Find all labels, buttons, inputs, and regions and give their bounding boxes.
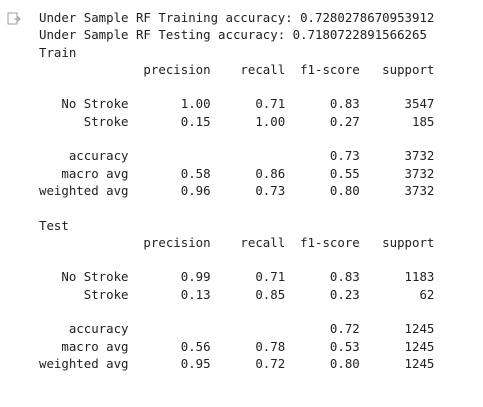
train-row-no-stroke: No Stroke 1.00 0.71 0.83 3547 <box>39 96 435 112</box>
test-report-header: precision recall f1-score support <box>39 234 435 250</box>
test-heading: Test <box>39 217 69 233</box>
classification-report-output: Under Sample RF Training accuracy: 0.728… <box>39 9 434 372</box>
test-row-weighted-avg: weighted avg 0.95 0.72 0.80 1245 <box>39 355 435 371</box>
train-row-stroke: Stroke 0.15 1.00 0.27 185 <box>39 113 435 129</box>
test-row-macro-avg: macro avg 0.56 0.78 0.53 1245 <box>39 338 435 354</box>
train-report-header: precision recall f1-score support <box>39 61 435 77</box>
train-row-weighted-avg: weighted avg 0.96 0.73 0.80 3732 <box>39 182 435 198</box>
output-arrow-icon <box>7 12 21 25</box>
cell-output-area: Under Sample RF Training accuracy: 0.728… <box>0 0 483 407</box>
test-accuracy-line: Under Sample RF Testing accuracy: 0.7180… <box>39 27 427 43</box>
train-accuracy-line: Under Sample RF Training accuracy: 0.728… <box>39 10 435 25</box>
train-row-macro-avg: macro avg 0.58 0.86 0.55 3732 <box>39 165 435 181</box>
train-heading: Train <box>39 44 77 60</box>
train-row-accuracy: accuracy 0.73 3732 <box>39 148 435 164</box>
test-row-accuracy: accuracy 0.72 1245 <box>39 321 435 337</box>
test-row-stroke: Stroke 0.13 0.85 0.23 62 <box>39 286 435 302</box>
test-row-no-stroke: No Stroke 0.99 0.71 0.83 1183 <box>39 269 435 285</box>
